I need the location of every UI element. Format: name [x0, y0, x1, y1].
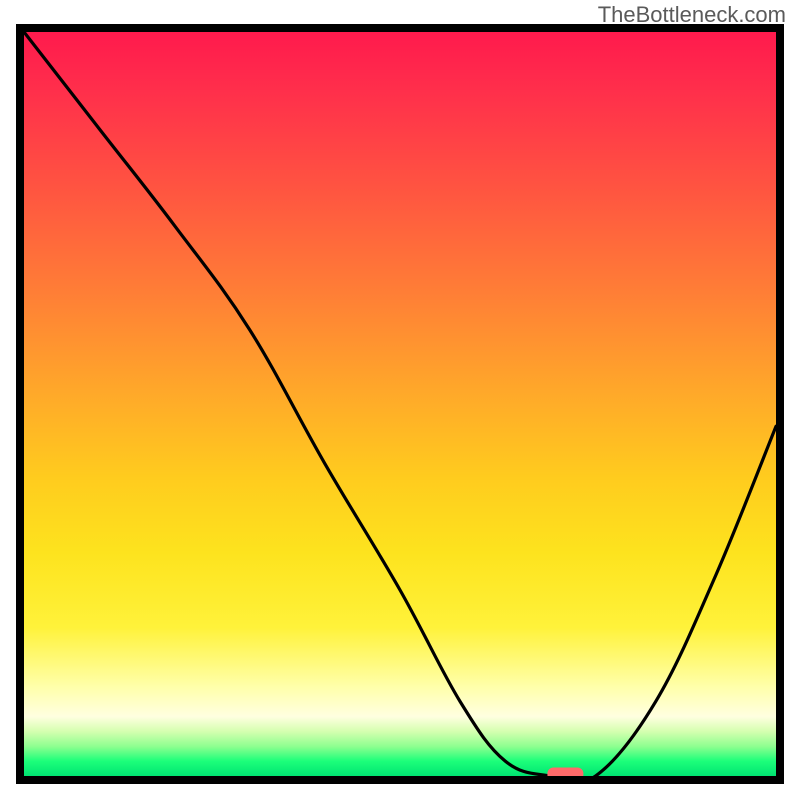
chart-canvas: TheBottleneck.com [0, 0, 800, 800]
curve-path [24, 32, 776, 783]
watermark-text: TheBottleneck.com [598, 2, 786, 28]
plot-frame [16, 24, 784, 784]
bottleneck-curve [24, 32, 776, 776]
optimum-marker [547, 768, 583, 781]
